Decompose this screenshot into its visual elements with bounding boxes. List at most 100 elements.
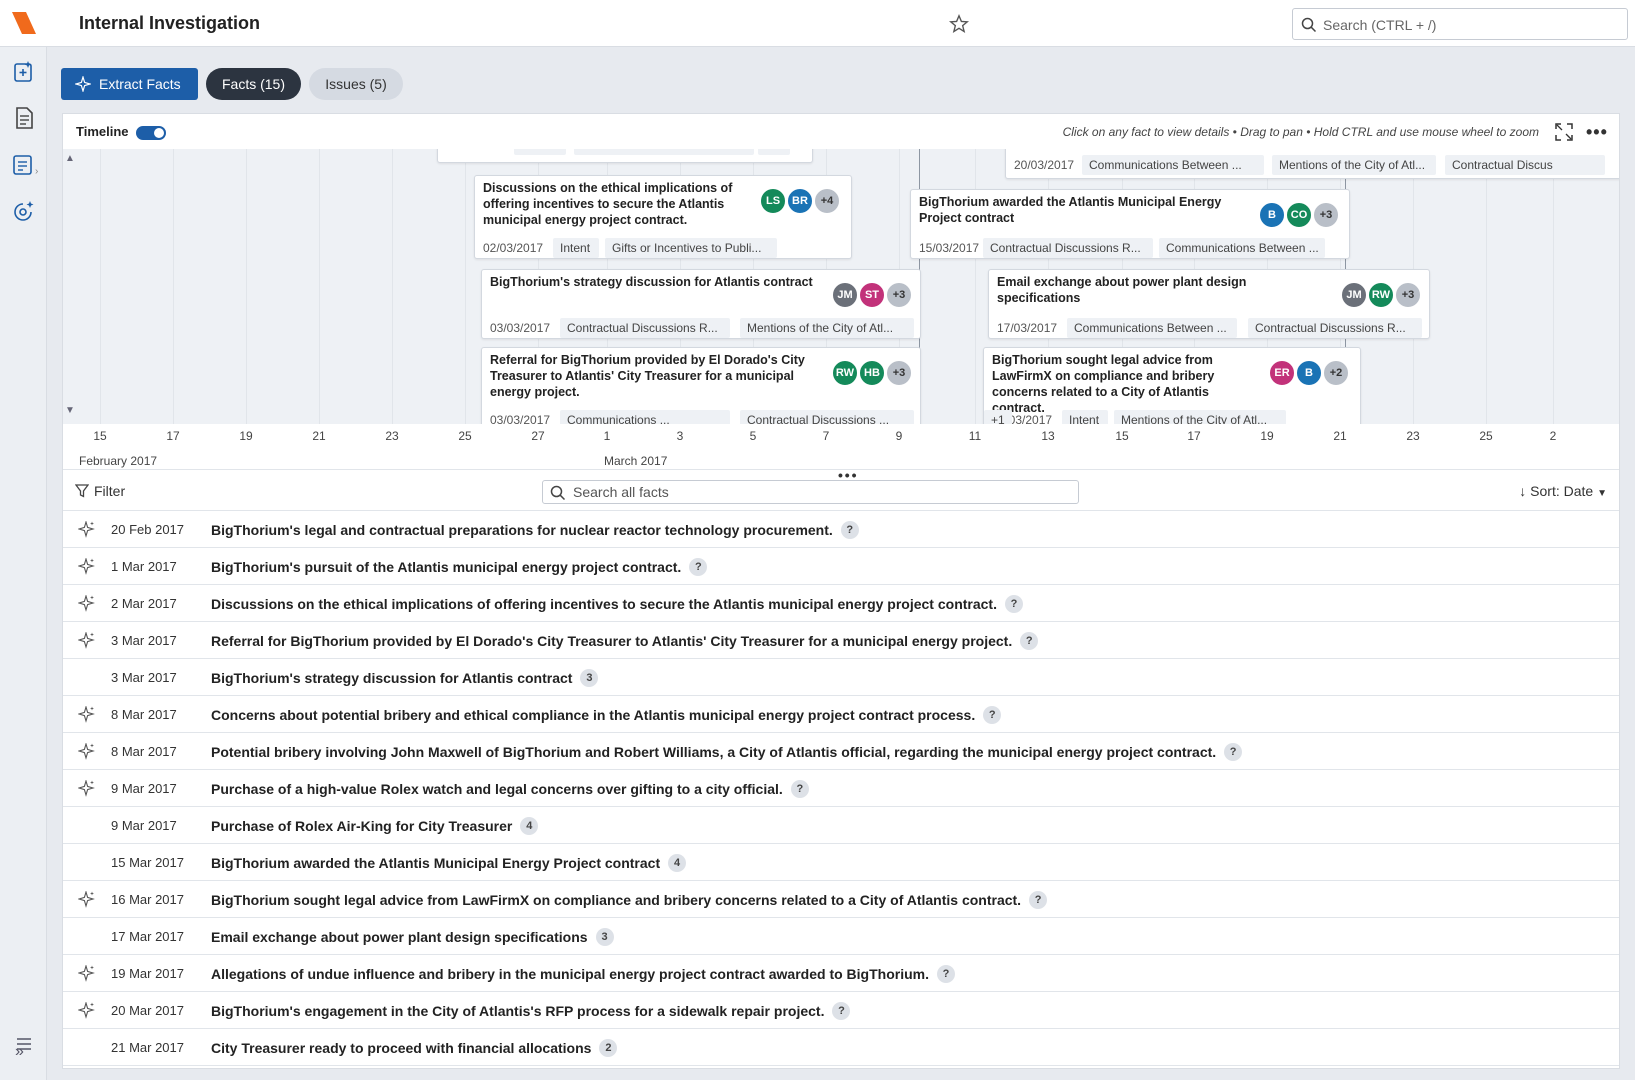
facts-search-input[interactable] — [573, 484, 1063, 500]
avatar[interactable]: LS — [760, 188, 786, 214]
timeline-fact-card[interactable]: 01/03/2017 Intent Communications Between .… — [437, 149, 813, 163]
filter-button[interactable]: Filter — [75, 483, 125, 499]
avatar-overflow-count[interactable]: +3 — [886, 282, 912, 308]
avatar[interactable]: HB — [859, 360, 885, 386]
fact-row[interactable]: 20 Feb 2017 BigThorium's legal and contra… — [63, 511, 1619, 548]
more-options-icon[interactable]: ••• — [1586, 122, 1608, 143]
fact-row[interactable]: 19 Mar 2017 Allegations of undue influenc… — [63, 955, 1619, 992]
avatar[interactable]: ST — [859, 282, 885, 308]
left-rail: › » — [0, 47, 47, 1080]
fact-count-badge: ? — [983, 706, 1002, 724]
fact-row[interactable]: 8 Mar 2017 Concerns about potential bribe… — [63, 696, 1619, 733]
fact-date: 3 Mar 2017 — [111, 670, 177, 685]
fact-row[interactable]: 16 Mar 2017 BigThorium sought legal advic… — [63, 881, 1619, 918]
avatar[interactable]: B — [1296, 360, 1322, 386]
fact-title[interactable]: Potential bribery involving John Maxwell… — [211, 744, 1216, 760]
fact-row[interactable]: 9 Mar 2017 Purchase of Rolex Air-King for… — [63, 807, 1619, 844]
chevron-down-icon: ▼ — [1597, 488, 1607, 499]
fact-row[interactable]: 21 Mar 2017 City Treasurer ready to proce… — [63, 1029, 1619, 1066]
timeline-fact-card[interactable]: 20/03/2017 Communications Between ... Ment… — [1005, 149, 1619, 179]
fact-title[interactable]: BigThorium's engagement in the City of A… — [211, 1003, 824, 1019]
timeline-fact-card[interactable]: Referral for BigThorium provided by El D… — [481, 347, 921, 424]
extract-facts-button[interactable]: Extract Facts — [61, 68, 198, 100]
tab-issues[interactable]: Issues (5) — [309, 68, 403, 100]
fact-title[interactable]: Allegations of undue influence and bribe… — [211, 966, 929, 982]
fact-row[interactable]: 3 Mar 2017 Referral for BigThorium provid… — [63, 622, 1619, 659]
fact-row[interactable]: 9 Mar 2017 Purchase of a high-value Rolex… — [63, 770, 1619, 807]
avatar-overflow-count[interactable]: +4 — [814, 188, 840, 214]
fact-title[interactable]: BigThorium sought legal advice from LawF… — [211, 892, 1021, 908]
avatar-overflow-count[interactable]: +3 — [886, 360, 912, 386]
fact-date: 8 Mar 2017 — [111, 744, 177, 759]
avatar[interactable]: JM — [1341, 282, 1367, 308]
fact-date: 19 Mar 2017 — [111, 966, 184, 981]
scroll-up-icon[interactable]: ▲ — [65, 153, 75, 164]
favorite-star-icon[interactable] — [948, 13, 970, 35]
filter-icon — [75, 484, 89, 498]
tab-facts[interactable]: Facts (15) — [206, 68, 301, 100]
timeline-hint: Click on any fact to view details • Drag… — [1062, 125, 1539, 139]
fact-title[interactable]: BigThorium's pursuit of the Atlantis mun… — [211, 559, 681, 575]
fact-row[interactable]: 2 Mar 2017 Discussions on the ethical imp… — [63, 585, 1619, 622]
fact-title-wrap: BigThorium's legal and contractual prepa… — [211, 521, 859, 539]
avatar[interactable]: B — [1259, 202, 1285, 228]
fact-title[interactable]: BigThorium's legal and contractual prepa… — [211, 522, 833, 538]
fact-title-wrap: Potential bribery involving John Maxwell… — [211, 743, 1243, 761]
scroll-down-icon[interactable]: ▼ — [65, 405, 75, 416]
avatar[interactable]: ER — [1269, 360, 1295, 386]
avatar-overflow-count[interactable]: +3 — [1395, 282, 1421, 308]
axis-tick-label: 7 — [822, 429, 830, 443]
fact-count-badge: ? — [1004, 595, 1023, 613]
avatar[interactable]: CO — [1286, 202, 1312, 228]
fact-title[interactable]: Purchase of a high-value Rolex watch and… — [211, 781, 783, 797]
fact-title[interactable]: Referral for BigThorium provided by El D… — [211, 633, 1012, 649]
facts-list-icon[interactable] — [11, 152, 37, 178]
fact-row[interactable]: 8 Mar 2017 Potential bribery involving Jo… — [63, 733, 1619, 770]
card-tag: +1 — [984, 410, 1012, 424]
fact-row[interactable]: 3 Mar 2017 BigThorium's strategy discussi… — [63, 659, 1619, 696]
fact-title[interactable]: Discussions on the ethical implications … — [211, 596, 997, 612]
fact-title[interactable]: BigThorium awarded the Atlantis Municipa… — [211, 855, 660, 871]
fact-title[interactable]: Concerns about potential bribery and eth… — [211, 707, 975, 723]
fact-title[interactable]: City Treasurer ready to proceed with fin… — [211, 1040, 591, 1056]
document-icon[interactable] — [11, 105, 37, 131]
axis-month-label: March 2017 — [604, 454, 668, 468]
card-tag: Contractual Discus — [1445, 155, 1605, 175]
menu-icon[interactable] — [16, 1037, 32, 1051]
sort-button[interactable]: ↓ Sort: Date ▼ — [1519, 483, 1607, 499]
fact-row[interactable]: 20 Mar 2017 BigThorium's engagement in th… — [63, 992, 1619, 1029]
timeline-fact-card[interactable]: Email exchange about power plant design … — [988, 269, 1430, 339]
add-document-icon[interactable] — [11, 59, 37, 85]
global-search[interactable] — [1292, 8, 1628, 40]
timeline-header: Timeline Click on any fact to view detai… — [63, 114, 1619, 149]
avatar-overflow-count[interactable]: +2 — [1323, 360, 1349, 386]
insights-icon[interactable] — [11, 199, 37, 225]
app-logo[interactable] — [12, 12, 36, 34]
fact-title[interactable]: Email exchange about power plant design … — [211, 929, 588, 945]
fullscreen-icon[interactable] — [1555, 123, 1573, 141]
global-search-input[interactable] — [1323, 15, 1613, 35]
timeline-canvas[interactable]: ▲ ▼ 01/03/2017 Intent Communications Betwe… — [63, 149, 1619, 424]
timeline-fact-card[interactable]: BigThorium sought legal advice from LawF… — [983, 347, 1361, 424]
grid-line — [100, 149, 101, 424]
card-tag: Communications ... — [560, 410, 730, 424]
avatar[interactable]: RW — [1368, 282, 1394, 308]
fact-date: 3 Mar 2017 — [111, 633, 177, 648]
avatar[interactable]: RW — [832, 360, 858, 386]
timeline-fact-card[interactable]: BigThorium awarded the Atlantis Municipa… — [910, 189, 1350, 259]
timeline-fact-card[interactable]: BigThorium's strategy discussion for Atl… — [481, 269, 921, 339]
chevron-right-icon[interactable]: › — [35, 166, 38, 177]
fact-row[interactable]: 1 Mar 2017 BigThorium's pursuit of the At… — [63, 548, 1619, 585]
avatar[interactable]: BR — [787, 188, 813, 214]
timeline-toggle[interactable] — [136, 126, 166, 140]
facts-search[interactable] — [542, 480, 1079, 504]
fact-row[interactable]: 15 Mar 2017 BigThorium awarded the Atlant… — [63, 844, 1619, 881]
fact-row[interactable]: 17 Mar 2017 Email exchange about power pl… — [63, 918, 1619, 955]
fact-title[interactable]: Purchase of Rolex Air-King for City Trea… — [211, 818, 512, 834]
timeline-fact-card[interactable]: Discussions on the ethical implications … — [474, 175, 852, 259]
avatar-overflow-count[interactable]: +3 — [1313, 202, 1339, 228]
axis-tick-label: 19 — [1260, 429, 1274, 443]
fact-title[interactable]: BigThorium's strategy discussion for Atl… — [211, 670, 572, 686]
facts-panel: Timeline Click on any fact to view detai… — [62, 113, 1620, 1069]
avatar[interactable]: JM — [832, 282, 858, 308]
